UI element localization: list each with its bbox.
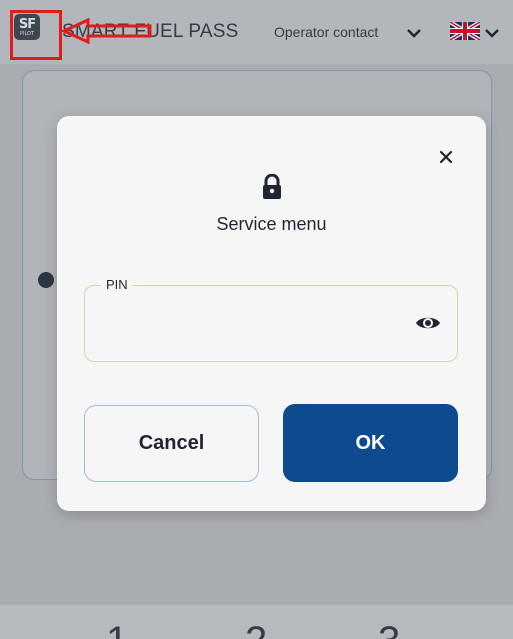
close-icon[interactable] [437,148,455,166]
keypad-key: 1 [106,619,128,639]
uk-flag-icon[interactable] [450,22,480,40]
ok-button[interactable]: OK [283,404,458,482]
logo-highlight-box [10,10,62,60]
operator-contact-label: Operator contact [274,24,379,40]
cancel-button[interactable]: Cancel [84,405,259,482]
pin-input[interactable] [99,308,403,340]
service-menu-dialog: Service menu PIN Cancel OK [57,116,486,511]
pin-field: PIN [84,277,458,362]
eye-icon[interactable] [415,314,441,332]
keypad-strip: 1 2 3 [0,605,513,639]
red-arrow-icon [62,18,152,44]
keypad-key: 2 [245,619,267,639]
dialog-title: Service menu [216,214,327,234]
app-header: SF PILOT SMART FUEL PASS Operator contac… [0,0,513,64]
operator-contact-dropdown[interactable]: Operator contact [274,24,378,40]
pin-label: PIN [101,277,133,292]
chevron-down-icon[interactable] [406,27,422,39]
info-icon [38,272,54,288]
lock-icon [263,174,281,199]
language-chevron-down-icon[interactable] [484,27,500,39]
keypad-key: 3 [378,619,400,639]
